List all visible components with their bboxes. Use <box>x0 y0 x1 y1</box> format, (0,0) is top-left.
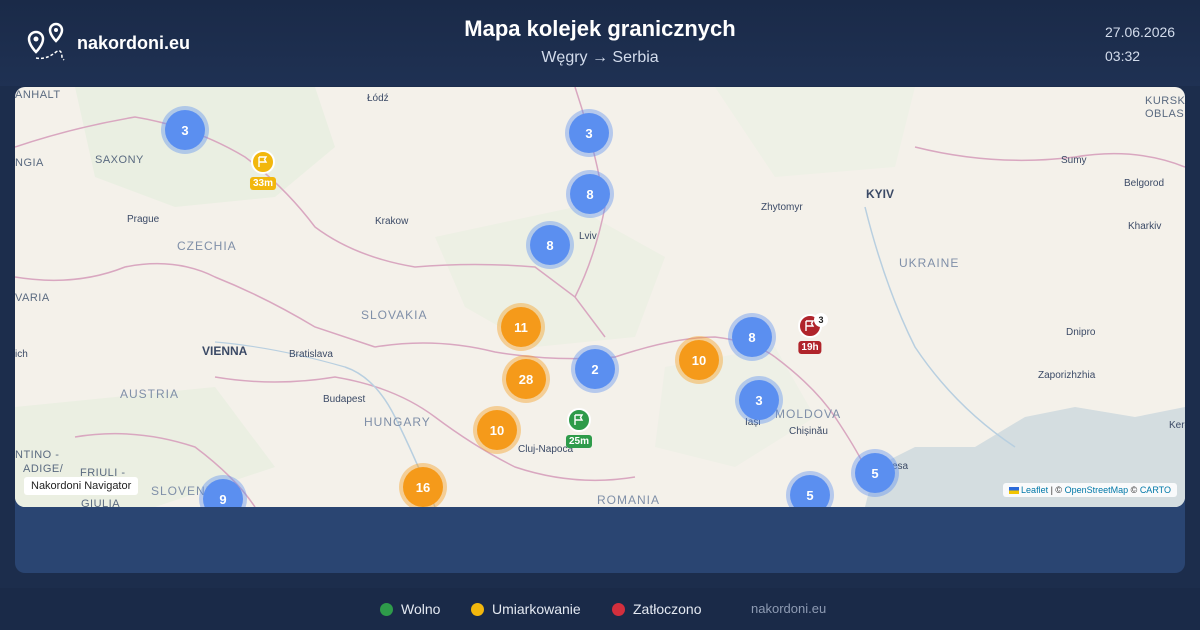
map-label: KYIV <box>866 187 895 201</box>
legend-item-crowded: Zatłoczono <box>612 601 701 617</box>
map-label: MOLDOVA <box>775 407 842 421</box>
cluster-marker[interactable]: 5 <box>790 475 830 507</box>
map-label: OBLAS <box>1145 108 1185 120</box>
map-label: Dnipro <box>1066 327 1096 338</box>
cluster-marker[interactable]: 10 <box>679 340 719 380</box>
legend-label: Umiarkowanie <box>492 601 581 617</box>
map-label: Zhytomyr <box>761 202 803 213</box>
navigator-label[interactable]: Nakordoni Navigator <box>24 477 139 495</box>
map-label: Kharkiv <box>1128 221 1162 232</box>
map-label: VARIA <box>15 292 50 304</box>
map-label: ROMANIA <box>597 493 661 507</box>
map-attribution: Leaflet | © OpenStreetMap © CARTO <box>1002 483 1177 497</box>
flag-marker-moderate[interactable] <box>251 150 275 174</box>
flag-icon <box>574 414 584 425</box>
map-label: UKRAINE <box>899 256 960 270</box>
marker-count-badge: 3 <box>814 313 828 327</box>
map-label: Bratislava <box>289 349 333 360</box>
cluster-marker[interactable]: 8 <box>732 317 772 357</box>
ukraine-flag-icon <box>1008 487 1019 495</box>
cluster-marker[interactable]: 16 <box>403 467 443 507</box>
attribution-copyright: © <box>1130 485 1138 495</box>
wait-time-badge: 25m <box>565 435 593 448</box>
map-label: ich <box>15 349 28 360</box>
map-label: Krakow <box>375 216 409 227</box>
map-label: Prague <box>127 214 160 225</box>
cluster-marker[interactable]: 10 <box>477 410 517 450</box>
cluster-marker[interactable]: 5 <box>855 453 895 493</box>
wait-time-badge: 19h <box>798 341 822 354</box>
map-basemap <box>15 87 1185 507</box>
flag-marker-free[interactable] <box>567 408 591 432</box>
cluster-marker[interactable]: 2 <box>575 349 615 389</box>
header: nakordoni.eu Mapa kolejek granicznych Wę… <box>0 0 1200 86</box>
legend-dot-icon <box>471 602 484 616</box>
cluster-marker[interactable]: 28 <box>506 359 546 399</box>
time-display: 03:32 <box>1105 48 1141 64</box>
legend-dot-icon <box>380 602 393 616</box>
cluster-marker[interactable]: 3 <box>165 110 205 150</box>
carto-link[interactable]: CARTO <box>1140 485 1171 495</box>
legend-item-moderate: Umiarkowanie <box>471 601 581 617</box>
osm-link[interactable]: OpenStreetMap <box>1065 485 1129 495</box>
map-label: Budapest <box>323 394 366 405</box>
map-label: HUNGARY <box>364 415 431 429</box>
cluster-marker[interactable]: 8 <box>530 225 570 265</box>
map-label: NGIA <box>15 157 44 169</box>
map-label: GIULIA <box>81 498 121 507</box>
map-label: Łódź <box>367 93 389 104</box>
map-label: VIENNA <box>202 344 248 358</box>
map-label: ANHALT <box>15 89 61 101</box>
map-label: Sumy <box>1061 155 1087 166</box>
footer-site-link[interactable]: nakordoni.eu <box>751 601 826 616</box>
cluster-marker[interactable]: 11 <box>501 307 541 347</box>
footer: Wolno Umiarkowanie Zatłoczono nakordoni.… <box>0 588 1200 630</box>
map-label: AUSTRIA <box>120 387 180 401</box>
date-display: 27.06.2026 <box>1105 24 1176 40</box>
map-view[interactable]: ANHALT SAXONY NGIA Łódź Prague CZECHIA K… <box>15 87 1185 507</box>
map-label: CZECHIA <box>177 239 237 253</box>
map-label: SLOVAKIA <box>361 308 428 322</box>
map-label: Lviv <box>579 231 597 242</box>
route-subtitle: Węgry → Serbia <box>541 49 659 66</box>
map-label: Kerch <box>1169 420 1185 431</box>
attribution-separator: | © <box>1050 485 1063 495</box>
map-label: Belgorod <box>1124 178 1165 189</box>
page-title: Mapa kolejek granicznych <box>464 16 736 41</box>
leaflet-link[interactable]: Leaflet <box>1021 485 1048 495</box>
legend-label: Zatłoczono <box>633 601 702 617</box>
wait-time-badge: 33m <box>249 177 277 190</box>
cluster-marker[interactable]: 3 <box>739 380 779 420</box>
map-label: KURSK <box>1145 95 1185 107</box>
legend-label: Wolno <box>401 601 441 617</box>
flag-icon <box>258 156 268 167</box>
map-label: Chișinău <box>789 426 828 437</box>
map-label: NTINO - <box>15 449 60 461</box>
map-label: Cluj-Napoca <box>518 444 574 455</box>
legend-dot-icon <box>612 602 625 616</box>
cluster-marker[interactable]: 3 <box>569 113 609 153</box>
map-label: SAXONY <box>95 154 144 166</box>
map-label: Zaporizhzhia <box>1038 370 1096 381</box>
map-label: SLOVENI <box>151 484 211 498</box>
legend-item-free: Wolno <box>380 601 440 617</box>
map-label: ADIGE/ <box>23 463 64 475</box>
cluster-marker[interactable]: 8 <box>570 174 610 214</box>
